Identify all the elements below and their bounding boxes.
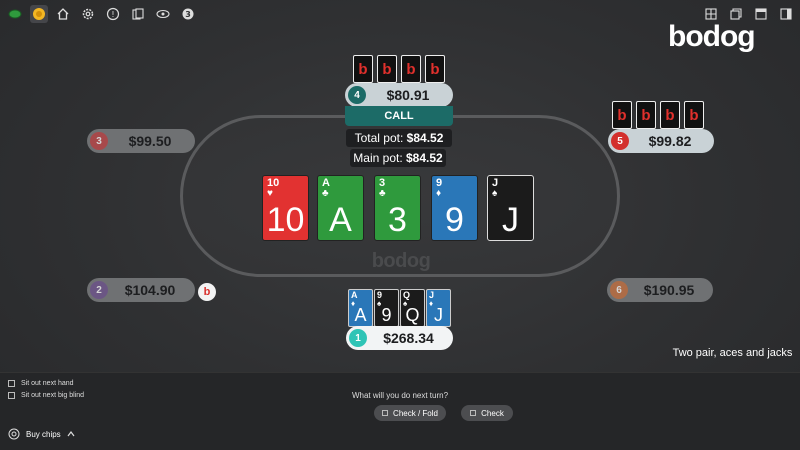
card-back: b	[401, 55, 421, 83]
total-pot-value: $84.52	[406, 131, 444, 145]
card-back: b	[684, 101, 704, 129]
card-back: b	[636, 101, 656, 129]
hero-card: Q ♠ Q	[400, 289, 425, 327]
home-icon[interactable]	[54, 5, 72, 23]
hero-card: 9 ♠ 9	[374, 289, 399, 327]
seat-3[interactable]: 3 $99.50	[87, 129, 195, 153]
option-label: Sit out next big blind	[21, 392, 85, 399]
card-back: b	[660, 101, 680, 129]
total-pot-label: Total pot:	[354, 131, 404, 145]
seat-stack: $80.91	[386, 87, 430, 103]
sidebar-icon[interactable]	[777, 5, 795, 23]
chips-icon[interactable]	[30, 5, 48, 23]
seat-stack: $104.90	[124, 282, 176, 298]
seat-stack: $190.95	[643, 282, 695, 298]
dealer-button: b	[198, 283, 216, 301]
last-action-badge: CALL	[345, 106, 453, 126]
settings-icon[interactable]	[79, 5, 97, 23]
next-turn-question: What will you do next turn?	[351, 391, 449, 400]
checkbox[interactable]	[8, 392, 15, 399]
seat-5[interactable]: 5 $99.82	[608, 129, 714, 153]
seat-stack: $99.82	[648, 133, 692, 149]
card-back: b	[612, 101, 632, 129]
svg-text:3: 3	[185, 10, 191, 19]
tile-icon[interactable]	[752, 5, 770, 23]
seat-6[interactable]: 6 $190.95	[607, 278, 713, 302]
brand-logo: bodog	[668, 20, 756, 53]
seat-4[interactable]: 4 $80.91	[345, 83, 453, 107]
hero-card: A ♦ A	[348, 289, 373, 327]
checkbox	[470, 410, 477, 416]
seat-2[interactable]: 2 $104.90	[87, 278, 195, 302]
board-card: 3 ♣ 3	[374, 175, 421, 241]
seat-stack: $268.34	[383, 330, 434, 346]
card-back: b	[353, 55, 373, 83]
sit-out-next-hand-option[interactable]: Sit out next hand	[8, 380, 74, 387]
help-icon[interactable]: !	[104, 5, 122, 23]
seat-stack: $99.50	[128, 133, 172, 149]
board-card: J ♠ J	[487, 175, 534, 241]
card-back: b	[425, 55, 445, 83]
check-button[interactable]: Check	[461, 405, 513, 421]
button-label: Check	[481, 408, 504, 418]
total-pot: Total pot: $84.52	[346, 129, 452, 147]
option-label: Sit out next hand	[21, 380, 74, 387]
sound-icon[interactable]: 3	[179, 5, 197, 23]
buy-chips-button[interactable]: Buy chips	[8, 428, 75, 440]
checkbox	[382, 410, 389, 416]
main-pot: Main pot: $84.52	[350, 149, 446, 167]
board-card: A ♣ A	[317, 175, 364, 241]
button-label: Check / Fold	[393, 408, 438, 418]
buy-chips-label: Buy chips	[26, 429, 61, 439]
board-card: 10 ♥ 10	[262, 175, 309, 241]
main-pot-value: $84.52	[406, 151, 443, 165]
table-logo: bodog	[371, 250, 431, 272]
cards-icon[interactable]	[129, 5, 147, 23]
view-icon[interactable]	[154, 5, 172, 23]
board-card: 9 ♦ 9	[431, 175, 478, 241]
poker-table-screen: ! 3 bodog bodog b b b b 4 $80.91 CALL To…	[0, 0, 800, 450]
check-fold-button[interactable]: Check / Fold	[374, 405, 446, 421]
svg-text:!: !	[111, 10, 114, 19]
seat-1-hero[interactable]: 1 $268.34	[346, 326, 453, 350]
sit-out-next-big-blind-option[interactable]: Sit out next big blind	[8, 392, 84, 399]
main-pot-label: Main pot:	[353, 151, 403, 165]
checkbox[interactable]	[8, 380, 15, 387]
tables-icon[interactable]	[6, 5, 24, 23]
chevron-up-icon	[67, 431, 75, 437]
card-back: b	[377, 55, 397, 83]
hand-description: Two pair, aces and jacks	[672, 347, 793, 359]
hero-card: J ♦ J	[426, 289, 451, 327]
chips-icon	[8, 428, 20, 440]
